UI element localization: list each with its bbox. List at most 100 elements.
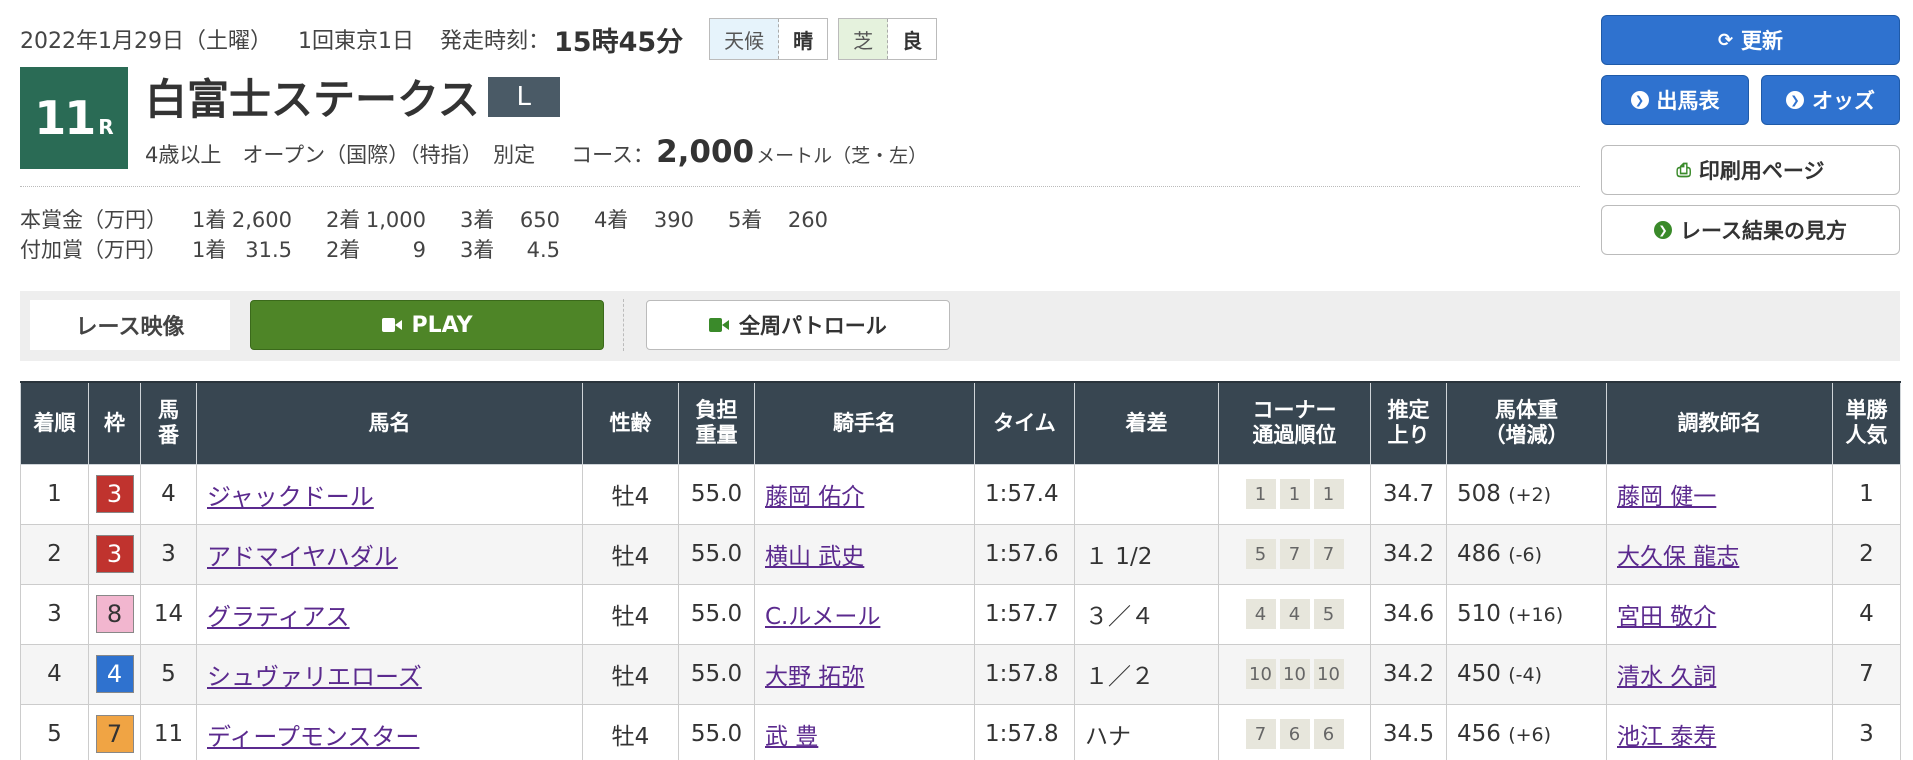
print-button[interactable]: ⎙ 印刷用ページ [1601, 145, 1900, 195]
margin-cell: １ 1/2 [1074, 523, 1219, 585]
weather-box: 天候 晴 [709, 18, 829, 60]
corner-position: 1 [1279, 479, 1310, 509]
corner-cell: 445 [1218, 583, 1371, 645]
header-umaban: 馬 番 [140, 381, 197, 465]
race-conditions: 4歳以上 オープン（国際）（特指） 別定 コース： 2,000 メートル（芝・左… [145, 134, 927, 170]
corner-position: 7 [1313, 539, 1344, 569]
prize-main-label: 本賞金（万円） [20, 208, 167, 232]
waku-cell: 4 [88, 643, 141, 705]
jockey-link[interactable]: 大野 拓弥 [765, 664, 864, 690]
horse-cell: ジャックドール [196, 463, 583, 525]
header-time: タイム [974, 381, 1075, 465]
corner-cell: 577 [1218, 523, 1371, 585]
corner-position: 10 [1245, 659, 1276, 689]
waku-cell: 3 [88, 523, 141, 585]
table-row: 3 8 14 グラティアス 牡4 55.0 C.ルメール 1:57.7 ３／４ 4 4 5 34.6 51… [20, 583, 1901, 645]
weight-cell: 55.0 [678, 583, 755, 645]
rank-cell: 3 [20, 583, 89, 645]
race-number-badge: 11 R [20, 67, 128, 169]
time-cell: 1:57.8 [974, 703, 1075, 760]
trainer-link[interactable]: 宮田 敬介 [1617, 604, 1716, 630]
jockey-cell: C.ルメール [754, 583, 975, 645]
horse-link[interactable]: ジャックドール [207, 483, 374, 511]
trainer-cell: 大久保 龍志 [1606, 523, 1833, 585]
table-row: 4 4 5 シュヴァリエローズ 牡4 55.0 大野 拓弥 1:57.8 １／２ 10 10 10 34… [20, 643, 1901, 705]
last3f-cell: 34.7 [1370, 463, 1447, 525]
course-label: コース： [571, 143, 655, 167]
corner-cell: 111 [1218, 463, 1371, 525]
body-weight: 486 [1457, 541, 1501, 567]
body-weight-diff: (-6) [1508, 544, 1542, 566]
jockey-link[interactable]: 武 豊 [765, 724, 818, 750]
weight-cell: 55.0 [678, 643, 755, 705]
waku-badge: 8 [95, 595, 134, 633]
sexage-cell: 牡4 [582, 523, 679, 585]
patrol-button[interactable]: 全周パトロール [646, 300, 950, 350]
header-weight: 負担 重量 [678, 381, 755, 465]
waku-cell: 3 [88, 463, 141, 525]
race-number-suffix: R [98, 115, 114, 139]
jockey-link[interactable]: 藤岡 佑介 [765, 484, 864, 510]
horse-link[interactable]: アドマイヤハダル [207, 543, 398, 571]
howto-button[interactable]: ❯ レース結果の見方 [1601, 205, 1900, 255]
entries-label: 出馬表 [1656, 89, 1720, 113]
trainer-cell: 宮田 敬介 [1606, 583, 1833, 645]
sexage-cell: 牡4 [582, 643, 679, 705]
header-sexage: 性齢 [582, 381, 679, 465]
print-label: 印刷用ページ [1698, 159, 1825, 183]
play-button[interactable]: PLAY [250, 300, 604, 350]
last3f-cell: 34.5 [1370, 703, 1447, 760]
horse-link[interactable]: グラティアス [207, 603, 350, 631]
odds-button[interactable]: ❯ オッズ [1761, 75, 1900, 125]
body-weight-diff: (+16) [1508, 604, 1564, 626]
trainer-link[interactable]: 大久保 龍志 [1617, 544, 1739, 570]
sexage-cell: 牡4 [582, 583, 679, 645]
results-table: 着順 枠 馬 番 馬名 性齢 負担 重量 騎手名 タイム 着差 コーナー 通過順… [20, 381, 1901, 760]
prize-val: 1,000 [365, 208, 426, 232]
header-divider [20, 186, 1580, 187]
header-pop: 単勝 人気 [1832, 381, 1901, 465]
waku-badge: 3 [95, 535, 134, 573]
corner-cell: 10 10 10 [1218, 643, 1371, 705]
trainer-link[interactable]: 藤岡 健一 [1617, 484, 1716, 510]
waku-badge: 3 [95, 475, 134, 513]
last3f-cell: 34.2 [1370, 643, 1447, 705]
corner-position: 5 [1245, 539, 1276, 569]
body-weight-cell: 450 (-4) [1446, 643, 1607, 705]
table-header-row: 着順 枠 馬 番 馬名 性齢 負担 重量 騎手名 タイム 着差 コーナー 通過順… [20, 381, 1901, 465]
printer-icon: ⎙ [1676, 159, 1691, 181]
trainer-link[interactable]: 池江 泰寿 [1617, 724, 1716, 750]
post-time-label: 発走時刻： [439, 29, 550, 54]
corner-position: 7 [1279, 539, 1310, 569]
corner-position: 7 [1245, 719, 1276, 749]
refresh-label: 更新 [1741, 29, 1784, 53]
weight-cell: 55.0 [678, 463, 755, 525]
race-date: 2022年1月29日（土曜） [20, 29, 272, 54]
header-jockey: 騎手名 [754, 381, 975, 465]
race-name: 白富士ステークス [145, 75, 480, 124]
prize-val: 4.5 [526, 238, 560, 262]
corner-position: 4 [1245, 599, 1276, 629]
entries-button[interactable]: ❯ 出馬表 [1601, 75, 1749, 125]
umaban-cell: 11 [140, 703, 197, 760]
howto-label: レース結果の見方 [1680, 219, 1847, 243]
horse-link[interactable]: ディープモンスター [207, 723, 419, 751]
corner-position: 4 [1279, 599, 1310, 629]
race-meeting: 1回東京1日 [297, 29, 414, 54]
jockey-cell: 横山 武史 [754, 523, 975, 585]
corner-position: 1 [1245, 479, 1276, 509]
race-meta: 2022年1月29日（土曜） 1回東京1日 発走時刻： 15時45分 天候 晴 … [20, 18, 938, 60]
trainer-link[interactable]: 清水 久詞 [1617, 664, 1716, 690]
refresh-button[interactable]: ⟳ 更新 [1601, 15, 1900, 65]
corner-position: 10 [1279, 659, 1310, 689]
prize-val: 9 [412, 238, 426, 262]
header-corner: コーナー 通過順位 [1218, 381, 1371, 465]
video-camera-icon [381, 318, 402, 332]
jockey-link[interactable]: 横山 武史 [765, 544, 864, 570]
prize-val: 650 [519, 208, 560, 232]
horse-link[interactable]: シュヴァリエローズ [207, 663, 422, 691]
trainer-cell: 藤岡 健一 [1606, 463, 1833, 525]
body-weight-cell: 456 (+6) [1446, 703, 1607, 760]
jockey-cell: 藤岡 佑介 [754, 463, 975, 525]
jockey-link[interactable]: C.ルメール [765, 604, 880, 630]
